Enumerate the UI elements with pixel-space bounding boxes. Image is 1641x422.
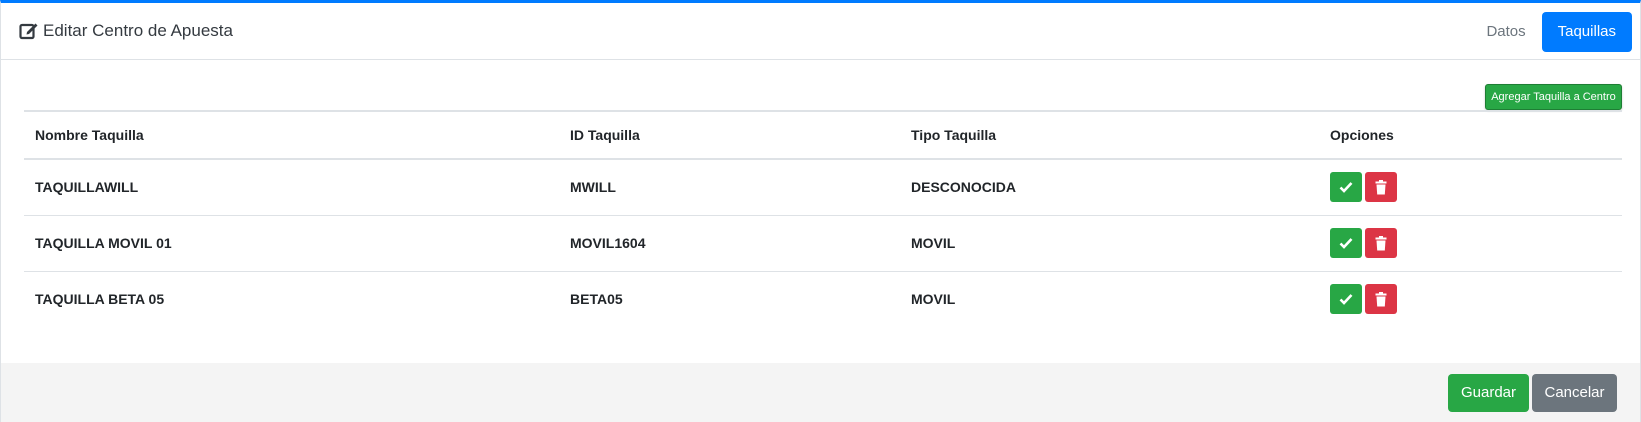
- cell-tipo: MOVIL: [911, 291, 956, 308]
- taquillas-table: Nombre Taquilla ID Taquilla Tipo Taquill…: [24, 110, 1622, 327]
- cell-id: BETA05: [570, 291, 623, 308]
- card-header: Editar Centro de Apuesta Datos Taquillas: [1, 3, 1640, 60]
- delete-button[interactable]: [1365, 228, 1397, 258]
- tab-taquillas[interactable]: Taquillas: [1541, 12, 1632, 52]
- check-icon: [1339, 238, 1353, 249]
- edit-center-card: Editar Centro de Apuesta Datos Taquillas…: [0, 0, 1641, 422]
- delete-button[interactable]: [1365, 172, 1397, 203]
- cell-nombre: TAQUILLAWILL: [35, 179, 139, 196]
- add-taquilla-button[interactable]: Agregar Taquilla a Centro: [1485, 84, 1622, 110]
- check-icon: [1339, 294, 1353, 306]
- trash-icon: [1375, 291, 1387, 307]
- header-nombre: Nombre Taquilla: [35, 127, 144, 143]
- cancel-button[interactable]: Cancelar: [1532, 374, 1617, 412]
- confirm-button[interactable]: [1330, 284, 1362, 315]
- check-icon: [1339, 182, 1353, 194]
- save-button[interactable]: Guardar: [1448, 374, 1529, 412]
- header-tipo: Tipo Taquilla: [911, 127, 997, 143]
- table-row: TAQUILLA BETA 05 BETA05 MOVIL: [24, 271, 1622, 327]
- cell-nombre: TAQUILLA BETA 05: [35, 291, 165, 308]
- confirm-button[interactable]: [1330, 228, 1362, 258]
- card-footer: Guardar Cancelar: [1, 363, 1640, 422]
- header-opciones: Opciones: [1330, 127, 1394, 143]
- cell-tipo: MOVIL: [911, 235, 956, 251]
- tab-datos[interactable]: Datos: [1470, 12, 1541, 52]
- cell-id: MOVIL1604: [570, 235, 646, 251]
- trash-icon: [1375, 235, 1387, 250]
- cell-id: MWILL: [570, 179, 616, 196]
- tabs: Datos Taquillas: [1470, 12, 1632, 52]
- header-id: ID Taquilla: [570, 127, 640, 143]
- table-row: TAQUILLAWILL MWILL DESCONOCIDA: [24, 159, 1622, 215]
- edit-icon: [19, 21, 39, 41]
- page-title: Editar Centro de Apuesta: [19, 21, 233, 41]
- confirm-button[interactable]: [1330, 172, 1362, 203]
- cell-opciones: [1319, 215, 1622, 271]
- cell-tipo: DESCONOCIDA: [911, 179, 1017, 196]
- table-header-row: Nombre Taquilla ID Taquilla Tipo Taquill…: [24, 111, 1622, 159]
- delete-button[interactable]: [1365, 284, 1397, 315]
- cell-opciones: [1319, 271, 1622, 327]
- cell-nombre: TAQUILLA MOVIL 01: [35, 235, 172, 251]
- page-title-text: Editar Centro de Apuesta: [43, 21, 233, 40]
- cell-opciones: [1319, 159, 1622, 215]
- table-row: TAQUILLA MOVIL 01 MOVIL1604 MOVIL: [24, 215, 1622, 271]
- trash-icon: [1375, 179, 1387, 195]
